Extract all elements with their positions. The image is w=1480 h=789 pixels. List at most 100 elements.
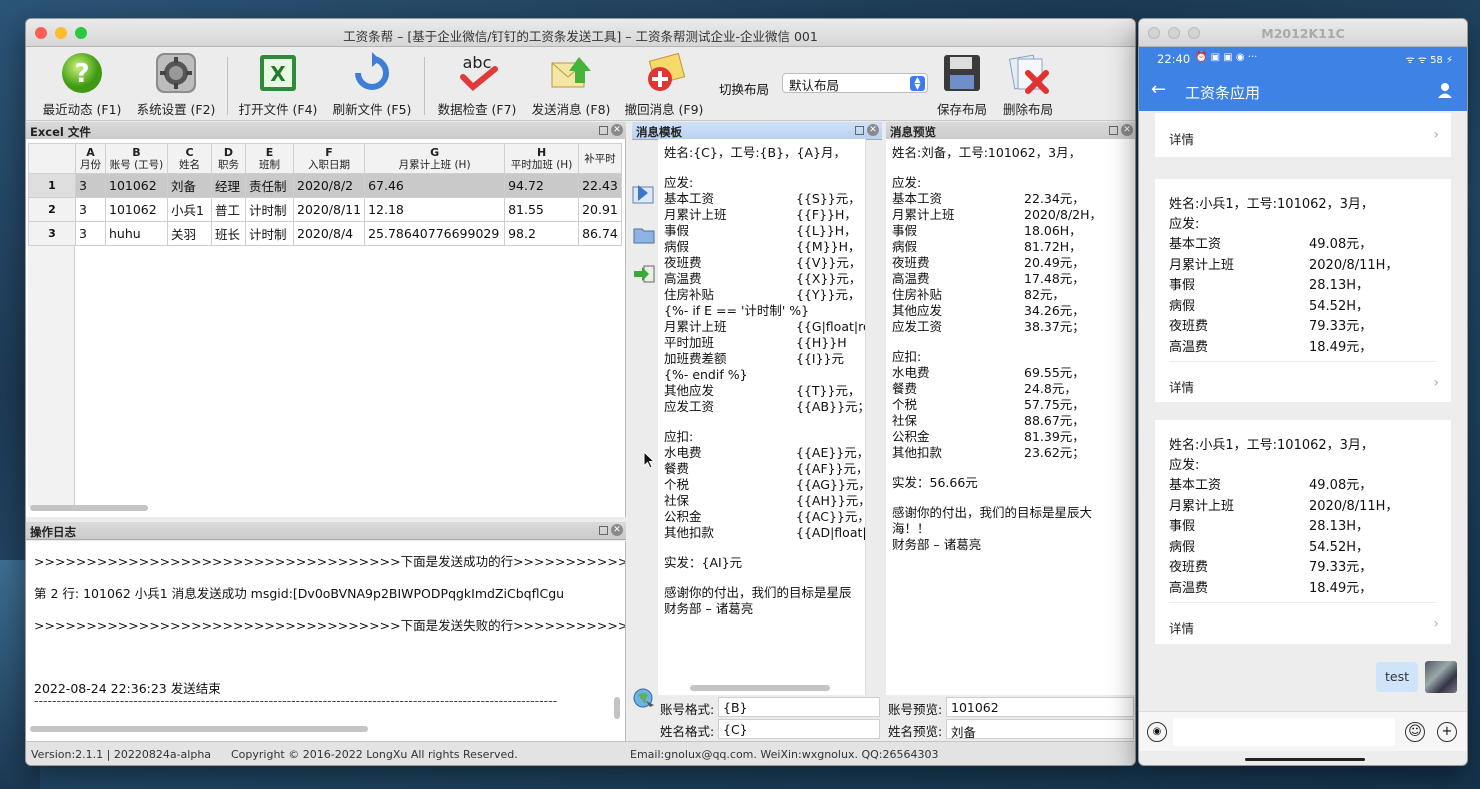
avatar[interactable] [1425, 661, 1457, 693]
table-cell[interactable]: 2020/8/2 [292, 173, 366, 198]
column-header[interactable]: E 班制 [245, 143, 294, 174]
preview-line-value: 24.8元， [1024, 381, 1077, 396]
name-preview-input[interactable]: 刘备 [946, 719, 1134, 740]
send-message-button[interactable]: 发送消息 (F8) [526, 51, 616, 118]
vertical-scrollbar[interactable] [614, 697, 620, 719]
user-profile-icon[interactable] [1437, 82, 1453, 98]
table-row[interactable]: 2 3 101062 小兵1 普工 计时制 2020/8/11 12.18 81.55 20.91 [28, 197, 622, 222]
table-cell[interactable]: 3 [75, 221, 106, 246]
column-header[interactable]: C 姓名 [167, 143, 212, 174]
template-line-value: {{AD|float|r [796, 525, 866, 540]
table-cell[interactable]: 普工 [211, 197, 246, 222]
table-cell[interactable]: 12.18 [364, 197, 506, 222]
horizontal-scrollbar[interactable] [30, 505, 148, 511]
table-cell[interactable]: 责任制 [245, 173, 294, 198]
recall-message-button[interactable]: 撤回消息 (F9) [622, 51, 706, 118]
template-line-label: 住房补贴 [664, 287, 715, 302]
table-cell[interactable]: 3 [75, 197, 106, 222]
export-arrow-icon[interactable] [632, 263, 656, 285]
table-row[interactable]: 3 3 huhu 关羽 班长 计时制 2020/8/4 25.78640776699029 98… [28, 221, 622, 246]
maximize-panel-icon[interactable] [1109, 126, 1118, 135]
message-card[interactable]: 详情 › [1155, 113, 1451, 157]
table-row[interactable]: 1 3 101062 刘备 经理 责任制 2020/8/2 67.46 94.72 22.43 [28, 173, 622, 198]
close-panel-icon[interactable]: ✕ [1121, 124, 1133, 136]
account-format-input[interactable]: {B} [718, 697, 880, 717]
column-header[interactable]: H 平时加班 (H) [504, 143, 580, 174]
table-cell[interactable]: 关羽 [167, 221, 212, 246]
table-cell[interactable]: 94.72 [504, 173, 580, 198]
close-panel-icon[interactable]: ✕ [611, 524, 623, 536]
card-item-value: 54.52H， [1309, 298, 1369, 314]
maximize-panel-icon[interactable] [599, 526, 608, 535]
column-header[interactable]: D 职务 [211, 143, 246, 174]
preview-line-label: 水电费 [892, 365, 930, 380]
voice-input-icon[interactable]: ◉ [1147, 722, 1167, 742]
open-file-button[interactable]: X 打开文件 (F4) [236, 51, 320, 118]
chat-text-input[interactable] [1173, 718, 1395, 746]
table-cell[interactable]: 2020/8/11 [292, 197, 366, 222]
template-editor[interactable]: 姓名:{C}，工号:{B}，{A}月， 应发: 基本工资 {{S}}元， 月累计上班 {{… [658, 139, 866, 695]
card-item-label: 月累计上班 [1169, 257, 1235, 273]
close-panel-icon[interactable]: ✕ [867, 124, 879, 136]
column-header[interactable]: 补平时 [578, 143, 622, 174]
table-cell[interactable]: 刘备 [167, 173, 212, 198]
detail-link[interactable]: 详情 [1169, 129, 1194, 148]
table-cell[interactable]: 小兵1 [167, 197, 212, 222]
close-panel-icon[interactable]: ✕ [611, 124, 623, 136]
system-settings-button[interactable]: 系统设置 (F2) [134, 51, 218, 118]
column-header[interactable]: A 月份 [75, 143, 106, 174]
emoji-icon[interactable]: ☺ [1405, 722, 1425, 742]
table-cell[interactable]: 班长 [211, 221, 246, 246]
save-layout-button[interactable]: 保存布局 [932, 51, 992, 118]
column-header[interactable]: G 月累计上班 (H) [364, 143, 506, 174]
copyright-text: Copyright © 2016-2022 LongXu All rights … [231, 748, 518, 761]
name-format-input[interactable]: {C} [718, 719, 880, 739]
table-cell[interactable]: 3 [75, 173, 106, 198]
table-cell[interactable]: 22.43 [578, 173, 622, 198]
table-cell[interactable]: 101062 [105, 173, 168, 198]
data-check-button[interactable]: abc 数据检查 (F7) [432, 51, 522, 118]
horizontal-scrollbar[interactable] [30, 726, 368, 732]
row-number[interactable]: 1 [28, 173, 76, 198]
table-cell[interactable]: 计时制 [245, 221, 294, 246]
delete-layout-button[interactable]: 删除布局 [998, 51, 1058, 118]
column-header[interactable]: F 入职日期 [292, 143, 366, 174]
row-number[interactable]: 3 [28, 221, 76, 246]
horizontal-scrollbar[interactable] [690, 685, 830, 691]
template-line-label: {%- endif %} [664, 367, 748, 382]
table-cell[interactable]: 20.91 [578, 197, 622, 222]
table-cell[interactable]: 2020/8/4 [292, 221, 366, 246]
table-cell[interactable]: 98.2 [504, 221, 580, 246]
table-cell[interactable]: 25.78640776699029 [364, 221, 506, 246]
back-arrow-icon[interactable]: ← [1151, 79, 1166, 100]
table-cell[interactable]: 经理 [211, 173, 246, 198]
table-cell[interactable]: 81.55 [504, 197, 580, 222]
recent-activity-button[interactable]: ? 最近动态 (F1) [42, 51, 122, 118]
table-cell[interactable]: huhu [105, 221, 168, 246]
chat-bubble[interactable]: test [1376, 662, 1418, 692]
import-template-icon[interactable] [632, 183, 656, 205]
account-preview-input[interactable]: 101062 [946, 697, 1134, 717]
message-card[interactable]: 姓名:小兵1，工号:101062，3月， 应发: 基本工资 49.08元， 月累计上班 2… [1155, 179, 1451, 402]
layout-select[interactable]: 默认布局 ▲ ▼ [782, 73, 928, 93]
row-number[interactable]: 2 [28, 197, 76, 222]
table-cell[interactable]: 67.46 [364, 173, 506, 198]
table-cell[interactable]: 86.74 [578, 221, 622, 246]
detail-link[interactable]: 详情 [1169, 618, 1194, 637]
message-card[interactable]: 姓名:小兵1，工号:101062，3月， 应发: 基本工资 49.08元， 月累计上班 2… [1155, 420, 1451, 644]
phone-window-title: M2012K11C [1261, 26, 1345, 41]
open-folder-icon[interactable] [632, 223, 656, 245]
table-cell[interactable]: 101062 [105, 197, 168, 222]
refresh-file-button[interactable]: 刷新文件 (F5) [329, 51, 415, 118]
maximize-panel-icon[interactable] [855, 126, 864, 135]
template-line-label: 姓名:{C}，工号:{B}，{A}月， [664, 145, 846, 160]
maximize-panel-icon[interactable] [599, 126, 608, 135]
detail-link[interactable]: 详情 [1169, 377, 1194, 396]
add-more-icon[interactable]: + [1437, 722, 1457, 742]
template-line-value: {{L}}H， [796, 223, 857, 238]
column-header[interactable]: B 账号 (工号) [105, 143, 168, 174]
corner-cell[interactable] [28, 143, 76, 174]
template-globe-icon[interactable] [632, 687, 656, 709]
delete-files-icon [1006, 51, 1050, 95]
table-cell[interactable]: 计时制 [245, 197, 294, 222]
